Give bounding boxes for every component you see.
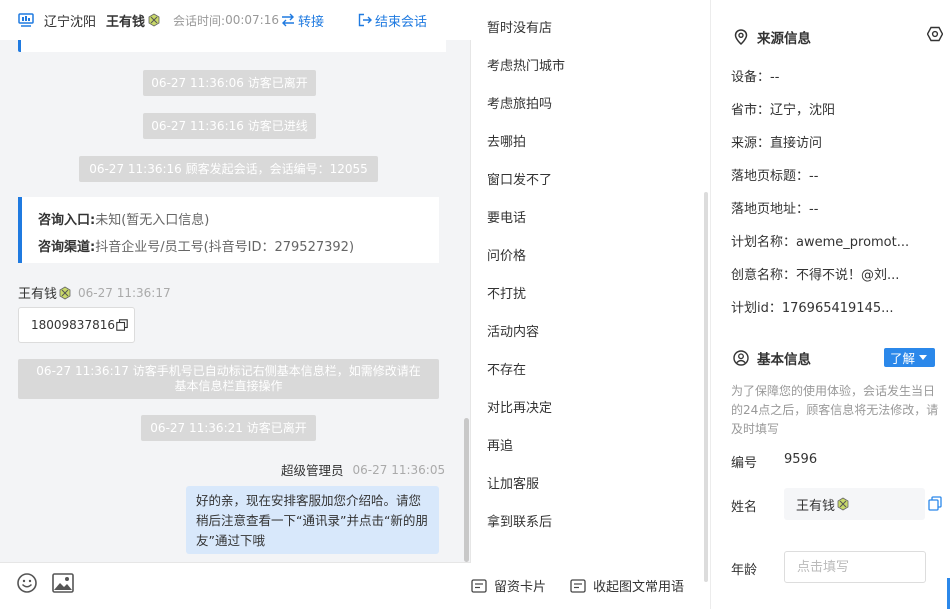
location-pin-icon: [734, 29, 748, 45]
quick-reply-item[interactable]: 考虑旅拍吗: [487, 86, 565, 124]
copy-icon[interactable]: [928, 496, 942, 511]
consult-channel-value: 抖音企业号/员工号(抖音号ID：279527392): [95, 240, 355, 255]
monitor-icon: [18, 13, 34, 27]
system-message: 06-27 11:36:17 访客手机号已自动标记右侧基本信息栏，如需修改请在基…: [18, 359, 439, 399]
settings-icon[interactable]: [927, 26, 943, 42]
agent-message-meta: 超级管理员 06-27 11:36:05: [281, 460, 445, 479]
lead-card-button[interactable]: 留资卡片: [471, 576, 546, 595]
age-input[interactable]: [784, 551, 926, 583]
source-creative-name: 创意名称：不得不说！@刘...: [731, 268, 900, 283]
basic-info-header: 基本信息: [733, 348, 811, 368]
age-label: 年龄: [731, 563, 758, 578]
visitor-name: 王有钱: [106, 14, 146, 30]
visitor-message-meta: 王有钱 06-27 11:36:17: [18, 283, 171, 303]
copy-icon[interactable]: [116, 319, 128, 331]
consult-entry-value: 未知(暂无入口信息): [95, 213, 210, 228]
source-device: 设备：--: [731, 70, 780, 85]
source-info-header: 来源信息: [733, 27, 811, 47]
session-time-label: 会话时间:: [173, 13, 226, 28]
consult-entry-row: 咨询入口:未知(暂无入口信息): [38, 207, 439, 234]
source-plan-name: 计划名称：aweme_promot...: [731, 235, 910, 250]
name-field[interactable]: 王有钱: [784, 488, 925, 520]
source-channel: 来源：直接访问: [731, 136, 823, 151]
card-icon: [471, 578, 487, 593]
agent-message-sender: 超级管理员: [281, 463, 344, 478]
chat-input-toolbar: [0, 562, 471, 609]
source-info-title: 来源信息: [757, 31, 811, 47]
visitor-phone-bubble[interactable]: 18009837816: [18, 307, 135, 343]
lead-card-label: 留资卡片: [494, 580, 547, 595]
id-value: 9596: [784, 452, 818, 467]
end-chat-button[interactable]: 结束会话: [358, 11, 427, 30]
visitor-message-time: 06-27 11:36:17: [78, 285, 171, 300]
basic-info-title: 基本信息: [757, 352, 811, 368]
agent-message-time: 06-27 11:36:05: [352, 462, 446, 477]
system-message: 06-27 11:36:16 顾客发起会话，会话编号：12055: [79, 156, 378, 182]
douyin-badge-icon: [837, 497, 849, 511]
caret-down-icon: [919, 355, 928, 360]
quick-reply-footer: 留资卡片 收起图文常用语: [471, 562, 711, 609]
douyin-badge-icon: [148, 13, 160, 27]
source-landing-title: 落地页标题：--: [731, 169, 819, 184]
consult-channel-row: 咨询渠道:抖音企业号/员工号(抖音号ID：279527392): [38, 234, 439, 261]
user-circle-icon: [733, 350, 749, 366]
quick-reply-item[interactable]: 不打扰: [487, 276, 565, 314]
end-chat-label: 结束会话: [375, 14, 428, 30]
visitor-info-panel: 来源信息 设备：-- 省市：辽宁，沈阳 来源：直接访问 落地页标题：-- 落地页…: [711, 0, 950, 609]
visitor-message-sender: 王有钱: [18, 287, 58, 302]
edit-notice: 为了保障您的使用体验，会话发生当日的24点之后，顾客信息将无法修改，请及时填写: [731, 384, 939, 436]
quick-reply-item[interactable]: 考虑热门城市: [487, 48, 565, 86]
chat-header: 辽宁沈阳 王有钱 会话时间: 00:07:16 转接 结束会话: [0, 0, 471, 40]
douyin-badge-icon: [59, 286, 71, 299]
consult-entry-label: 咨询入口:: [38, 213, 96, 228]
quick-reply-item[interactable]: 窗口发不了: [487, 162, 565, 200]
name-label: 姓名: [731, 500, 758, 515]
quick-reply-scrollbar[interactable]: [704, 192, 708, 582]
id-label: 编号: [731, 456, 758, 471]
consult-info-card: 咨询入口:未知(暂无入口信息) 咨询渠道:抖音企业号/员工号(抖音号ID：279…: [18, 197, 439, 263]
learn-more-label: 了解: [890, 351, 916, 366]
previous-card-fragment: [18, 40, 446, 52]
quick-reply-panel: 暂时没有店 考虑热门城市 考虑旅拍吗 去哪拍 窗口发不了 要电话 问价格 不打扰…: [471, 0, 711, 609]
quick-reply-item[interactable]: 活动内容: [487, 314, 565, 352]
source-province-city: 省市：辽宁，沈阳: [731, 103, 836, 118]
card-icon: [570, 578, 586, 593]
quick-reply-item[interactable]: 问价格: [487, 238, 565, 276]
system-message: 06-27 11:36:21 访客已离开: [141, 415, 316, 441]
agent-message-bubble: 好的亲，现在安排客服加您介绍哈。请您稍后注意查看一下“通讯录”并点击“新的朋友”…: [186, 486, 439, 554]
chat-panel: 辽宁沈阳 王有钱 会话时间: 00:07:16 转接 结束会话 06-27 11…: [0, 0, 471, 609]
image-icon[interactable]: [52, 573, 74, 593]
emoji-icon[interactable]: [16, 572, 38, 594]
collapse-phrases-label: 收起图文常用语: [593, 580, 685, 595]
transfer-label: 转接: [297, 14, 324, 30]
system-message: 06-27 11:36:16 访客已进线: [143, 113, 316, 139]
exit-icon: [358, 13, 372, 27]
quick-reply-item[interactable]: 不存在: [487, 352, 565, 390]
system-message: 06-27 11:36:06 访客已离开: [143, 70, 316, 96]
transfer-icon: [281, 13, 294, 27]
quick-reply-item[interactable]: 对比再决定: [487, 390, 565, 428]
visitor-location: 辽宁沈阳: [44, 14, 97, 30]
visitor-phone-text: 18009837816: [31, 318, 115, 332]
quick-reply-item[interactable]: 再追: [487, 428, 565, 466]
quick-reply-item[interactable]: 要电话: [487, 200, 565, 238]
transfer-button[interactable]: 转接: [281, 11, 324, 30]
chat-scrollbar[interactable]: [464, 418, 469, 562]
collapse-phrases-button[interactable]: 收起图文常用语: [570, 576, 684, 595]
source-plan-id: 计划id：176965419145...: [731, 301, 894, 316]
session-timer: 00:07:16: [225, 13, 279, 27]
source-landing-url: 落地页地址：--: [731, 202, 819, 217]
consult-channel-label: 咨询渠道:: [38, 240, 96, 255]
learn-more-dropdown[interactable]: 了解: [884, 348, 935, 367]
quick-reply-item[interactable]: 拿到联系后: [487, 504, 565, 542]
quick-reply-list: 暂时没有店 考虑热门城市 考虑旅拍吗 去哪拍 窗口发不了 要电话 问价格 不打扰…: [487, 10, 565, 542]
name-value: 王有钱: [796, 498, 836, 514]
message-list[interactable]: 06-27 11:36:06 访客已离开 06-27 11:36:16 访客已进…: [0, 40, 463, 562]
quick-reply-item[interactable]: 暂时没有店: [487, 10, 565, 48]
quick-reply-item[interactable]: 去哪拍: [487, 124, 565, 162]
quick-reply-item[interactable]: 让加客服: [487, 466, 565, 504]
